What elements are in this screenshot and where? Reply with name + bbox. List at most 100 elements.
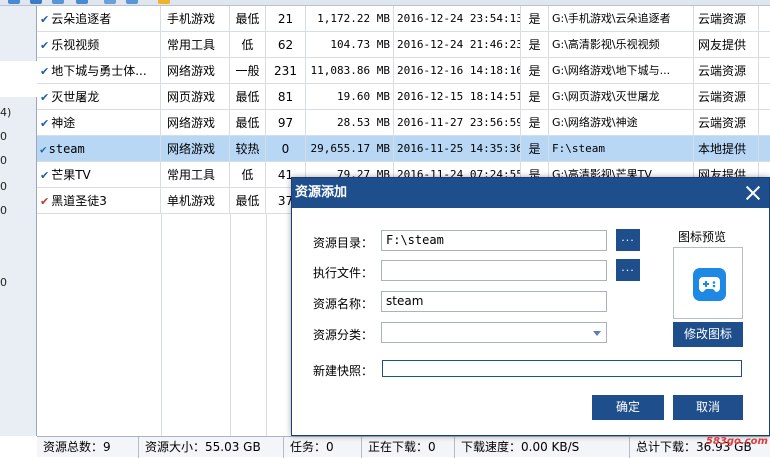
check-icon[interactable]: ✔ — [40, 169, 49, 182]
exe-browse-button[interactable]: ... — [616, 259, 640, 281]
time-cell: 2016-12-15 18:14:51 — [394, 84, 521, 110]
check-icon[interactable]: ✔ — [40, 195, 49, 208]
name-cell: ✔ 云朵追逐者 — [37, 6, 161, 32]
resource-name: 云朵追逐者 — [51, 12, 112, 26]
snapshot-input[interactable] — [382, 360, 742, 377]
sidebar-count: 0 — [0, 130, 7, 143]
chevron-down-icon[interactable] — [593, 331, 601, 336]
check-icon[interactable]: ✔ — [40, 117, 49, 130]
sidebar-count: 0 — [0, 204, 7, 217]
ok-button[interactable]: 确定 — [592, 395, 664, 420]
size-cell: 19.60 MB — [306, 84, 394, 110]
priority-cell: 最低 — [230, 6, 266, 32]
watermark: 583go.com — [706, 436, 768, 447]
time-cell: 2016-12-16 14:18:16 — [394, 58, 521, 84]
grid-line — [266, 214, 267, 436]
name-cell: ✔ 芒果TV — [37, 162, 161, 188]
status-downloading: 正在下载：0 — [362, 437, 455, 458]
path-cell: G:\网络游戏\神途 — [549, 110, 694, 136]
check-icon[interactable]: ✔ — [40, 13, 49, 26]
name-cell: ✔ 黑道圣徒3 — [37, 188, 161, 214]
size-cell: 29,655.17 MB — [306, 136, 394, 162]
dialog-titlebar[interactable]: 资源添加 — [292, 178, 769, 208]
path-cell: G:\手机游戏\云朵追逐者 — [549, 6, 694, 32]
exe-input[interactable] — [381, 260, 607, 281]
status-size: 资源大小：55.03 GB — [139, 437, 284, 458]
toolbar-icon-4[interactable] — [76, 0, 88, 4]
name-label: 资源名称： — [313, 297, 374, 311]
name-cell: ✔ 神途 — [37, 110, 161, 136]
sidebar-count: 0 — [0, 180, 7, 193]
status-speed: 下载速度：0.00 KB/S — [455, 437, 630, 458]
source-cell: 云端资源 — [694, 84, 759, 110]
modify-icon-button[interactable]: 修改图标 — [673, 322, 743, 347]
source-cell: 本地提供 — [694, 136, 759, 162]
source-cell: 云端资源 — [694, 58, 759, 84]
priority-cell: 最低 — [230, 110, 266, 136]
category-cell: 网络游戏 — [161, 136, 230, 162]
time-cell: 2016-12-24 23:54:13 — [394, 6, 521, 32]
flag-cell: 是 — [521, 32, 549, 58]
category-cell: 常用工具 — [161, 32, 230, 58]
size-cell: 104.73 MB — [306, 32, 394, 58]
name-cell: ✔ 乐视视频 — [37, 32, 161, 58]
priority-cell: 最低 — [230, 188, 266, 214]
time-cell: 2016-12-24 21:46:23 — [394, 32, 521, 58]
sidebar-selected-item[interactable] — [0, 61, 37, 97]
resource-name: 芒果TV — [51, 168, 91, 182]
name-cell: ✔ 地下城与勇士体... — [37, 58, 161, 84]
table-row[interactable]: ✔ 灭世屠龙 网页游戏 最低 81 19.60 MB 2016-12-15 18:… — [37, 84, 770, 110]
dir-label: 资源目录： — [313, 236, 374, 250]
table-row-selected[interactable]: ✔ steam 网络游戏 较热 0 29,655.17 MB 2016-11-25… — [37, 136, 770, 162]
category-cell: 网络游戏 — [161, 110, 230, 136]
source-cell: 云端资源 — [694, 110, 759, 136]
source-cell: 云端资源 — [694, 6, 759, 32]
cancel-button[interactable]: 取消 — [673, 395, 743, 420]
status-bar: 资源总数：9 资源大小：55.03 GB 任务：0 正在下载：0 下载速度：0.… — [37, 436, 770, 458]
category-label: 资源分类： — [313, 328, 374, 342]
dir-input[interactable]: F:\steam — [381, 230, 607, 251]
name-input[interactable]: steam — [381, 291, 607, 312]
table-row[interactable]: ✔ 云朵追逐者 手机游戏 最低 21 1,172.22 MB 2016-12-24… — [37, 6, 770, 32]
toolbar-icon-6[interactable] — [126, 0, 138, 4]
table-row[interactable]: ✔ 神途 网络游戏 最低 97 28.53 MB 2016-11-27 23:56… — [37, 110, 770, 136]
toolbar-icon-7[interactable] — [158, 0, 170, 4]
count-cell: 231 — [266, 58, 306, 84]
priority-cell: 低 — [230, 32, 266, 58]
icon-preview-label: 图标预览 — [678, 230, 727, 244]
toolbar-icon-3[interactable] — [52, 0, 64, 4]
check-icon[interactable]: ✔ — [40, 65, 49, 78]
count-cell: 81 — [266, 84, 306, 110]
icon-preview — [673, 247, 743, 319]
category-select[interactable] — [381, 322, 607, 343]
priority-cell: 最低 — [230, 84, 266, 110]
check-icon[interactable]: ✔ — [40, 39, 49, 52]
status-total: 资源总数：9 — [37, 437, 139, 458]
check-icon[interactable]: ✔ — [40, 143, 47, 156]
sidebar: 4) 0 0 0 0 0 — [0, 6, 37, 436]
flag-cell: 是 — [521, 110, 549, 136]
snapshot-label: 新建快照： — [313, 364, 374, 378]
toolbar-icon-2[interactable] — [30, 0, 42, 4]
flag-cell: 是 — [521, 58, 549, 84]
flag-cell: 是 — [521, 84, 549, 110]
resource-name: 灭世屠龙 — [51, 90, 100, 104]
table-row[interactable]: ✔ 乐视视频 常用工具 低 62 104.73 MB 2016-12-24 21:… — [37, 32, 770, 58]
toolbar-icon-5[interactable] — [104, 0, 116, 4]
priority-cell: 一般 — [230, 58, 266, 84]
check-icon[interactable]: ✔ — [40, 91, 49, 104]
name-cell: ✔ steam — [37, 136, 161, 162]
dialog-title: 资源添加 — [295, 185, 348, 200]
gamepad-icon — [693, 268, 726, 301]
sidebar-count: 0 — [0, 276, 7, 289]
close-icon[interactable] — [743, 183, 763, 203]
resource-name: steam — [48, 142, 85, 156]
priority-cell: 低 — [230, 162, 266, 188]
grid-line — [230, 214, 231, 436]
time-cell: 2016-11-27 23:56:59 — [394, 110, 521, 136]
table-row[interactable]: ✔ 地下城与勇士体... 网络游戏 一般 231 11,083.86 MB 201… — [37, 58, 770, 84]
dir-browse-button[interactable]: ... — [616, 229, 640, 251]
grid-line — [161, 214, 162, 436]
status-tasks: 任务：0 — [284, 437, 362, 458]
toolbar-icon-1[interactable] — [8, 0, 20, 4]
